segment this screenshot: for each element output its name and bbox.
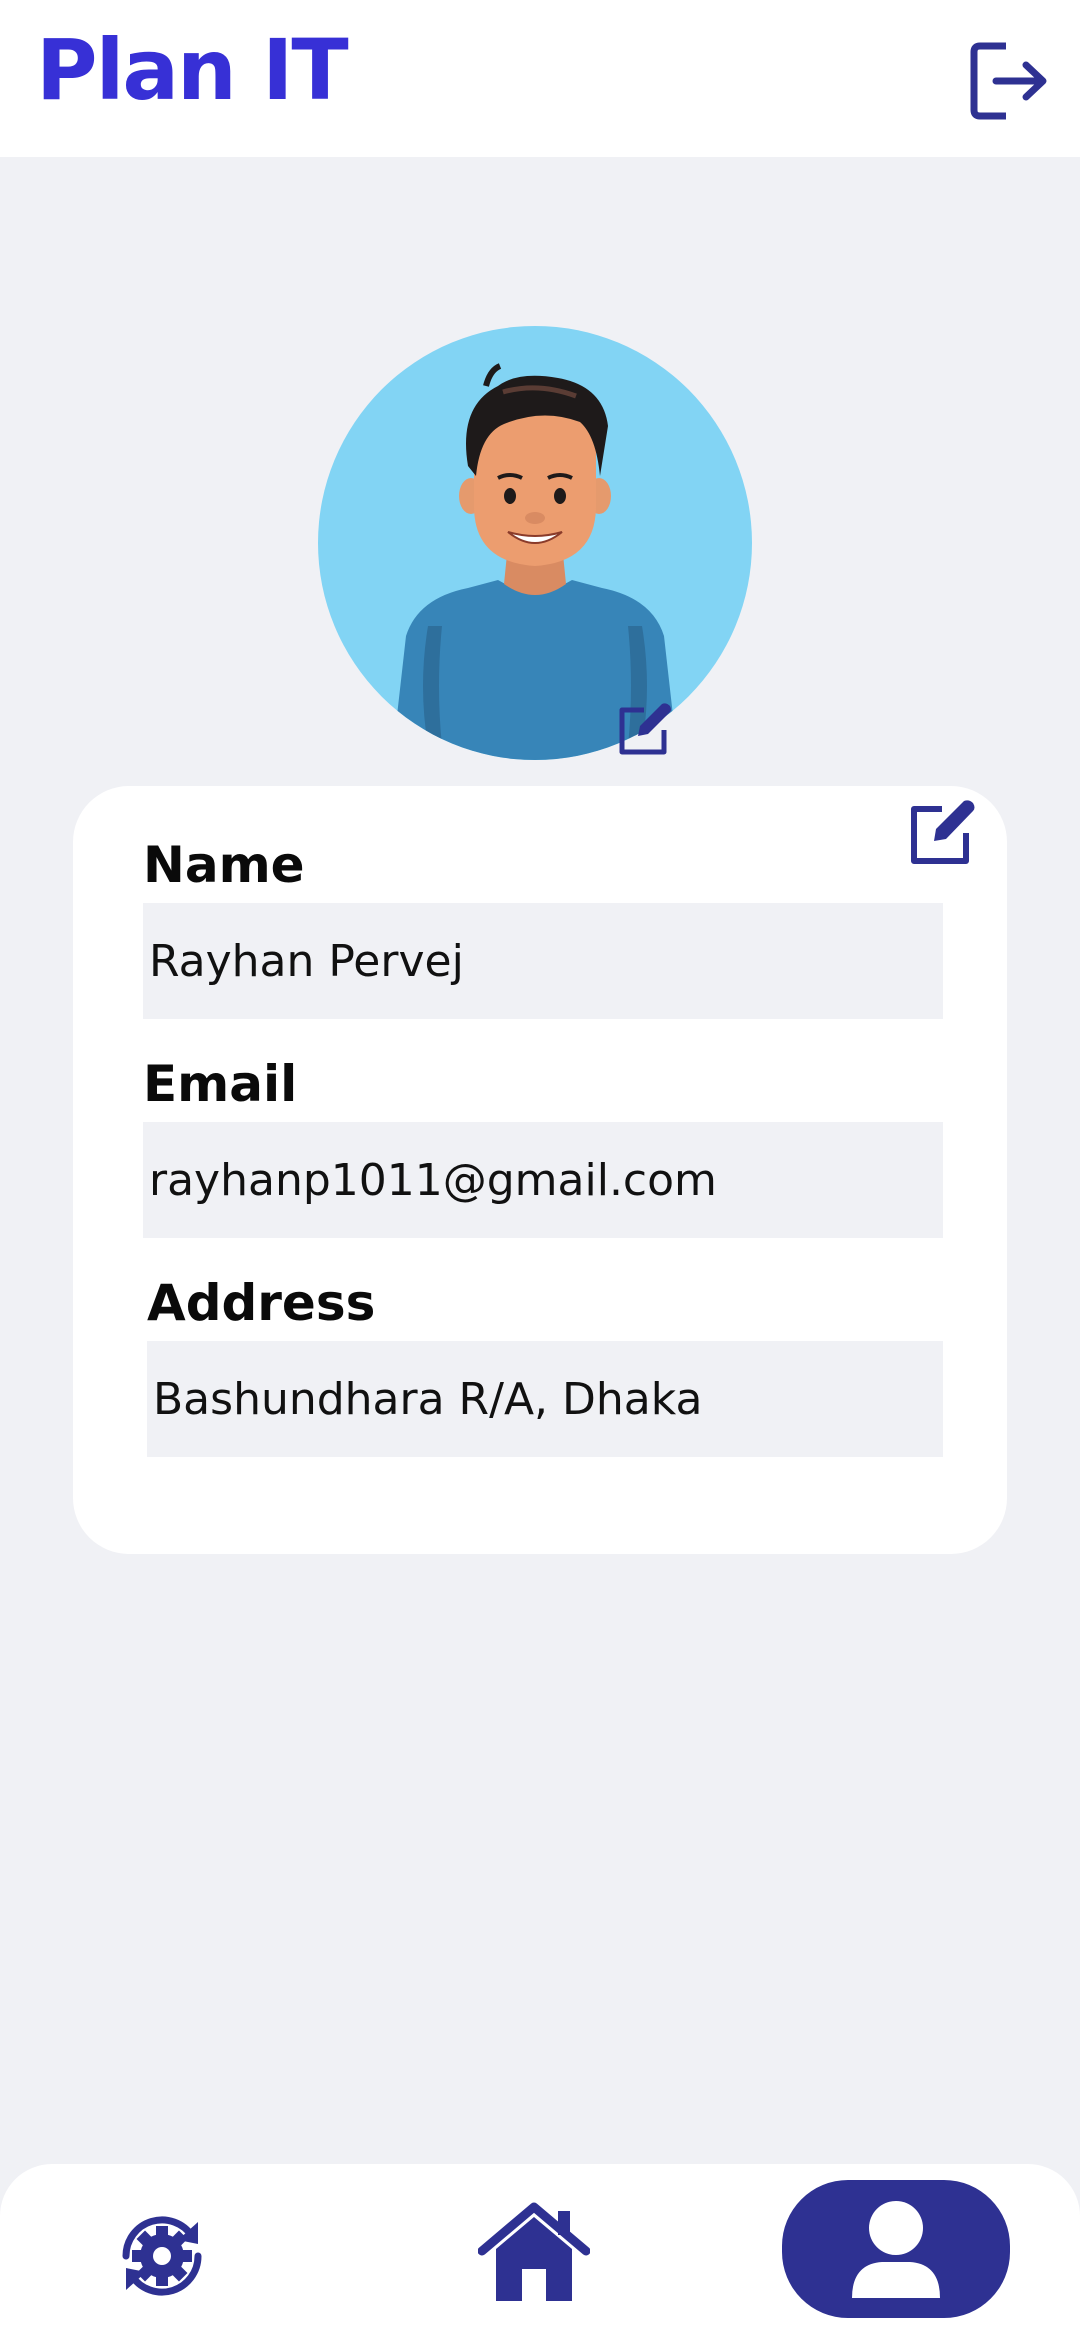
address-field[interactable]: Bashundhara R/A, Dhaka	[147, 1341, 943, 1457]
edit-avatar-button[interactable]	[614, 700, 674, 760]
logout-icon	[970, 42, 1047, 120]
app-title: Plan IT	[36, 21, 349, 119]
nav-settings[interactable]	[100, 2194, 224, 2318]
edit-icon	[911, 800, 975, 864]
user-icon	[852, 2201, 940, 2298]
name-field[interactable]: Rayhan Pervej	[143, 903, 943, 1019]
nav-profile[interactable]	[782, 2180, 1010, 2318]
nav-home[interactable]	[476, 2194, 592, 2310]
name-label: Name	[143, 836, 305, 894]
address-label: Address	[147, 1274, 376, 1332]
email-label: Email	[143, 1055, 298, 1113]
top-app-bar: Plan IT	[0, 0, 1080, 157]
edit-profile-button[interactable]	[906, 797, 978, 869]
profile-avatar	[318, 326, 752, 760]
home-icon	[478, 2202, 590, 2301]
settings-sync-icon	[122, 2216, 202, 2296]
edit-icon	[619, 703, 671, 755]
logout-button[interactable]	[966, 38, 1052, 124]
email-field[interactable]: rayhanp1011@gmail.com	[143, 1122, 943, 1238]
